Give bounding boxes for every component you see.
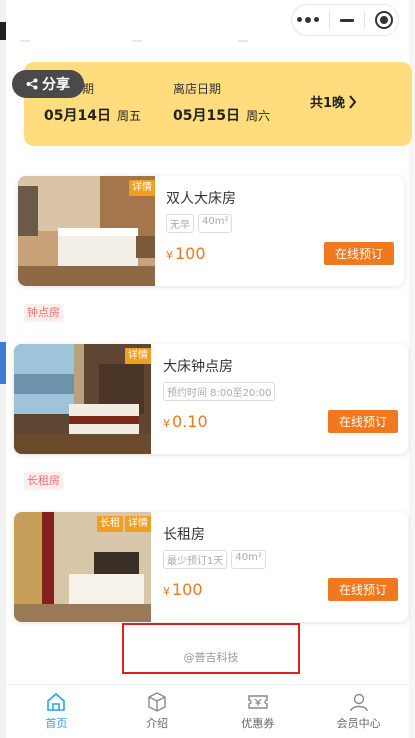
checkout-date-text: 05月15日 (173, 108, 240, 124)
room-tags: 最少预订1天 40m² (163, 550, 266, 569)
bottom-tab-bar: 首页 介绍 优惠券 会员中心 (6, 684, 409, 738)
tab-intro[interactable]: 介绍 (107, 685, 208, 738)
checkout-block[interactable]: 离店日期 05月15日 周六 (173, 80, 270, 125)
room-name: 双人大床房 (166, 191, 236, 207)
minimize-icon[interactable] (340, 18, 354, 22)
room-card[interactable]: 长租 详情 长租房 最少预订1天 40m² ¥100 在线预订 (14, 512, 408, 622)
price-symbol: ¥ (166, 249, 173, 262)
room-price: ¥0.10 (163, 412, 208, 431)
book-button[interactable]: 在线预订 (324, 242, 394, 265)
tab-home[interactable]: 首页 (6, 685, 107, 738)
room-tags: 预约时间 8:00至20:00 (163, 382, 276, 401)
credit-highlight-box: @普吉科技 (122, 623, 300, 674)
price-symbol: ¥ (163, 417, 170, 430)
share-label: 分享 (42, 77, 70, 93)
details-badge[interactable]: 详情 (129, 180, 155, 196)
share-icon (26, 78, 38, 90)
checkout-weekday: 周六 (245, 109, 270, 123)
checkin-date-text: 05月14日 (44, 108, 111, 124)
coupon-icon (248, 695, 268, 709)
more-icon[interactable] (297, 17, 319, 23)
nights-label: 共1晚 (310, 96, 346, 111)
room-name: 大床钟点房 (163, 359, 233, 375)
checkout-date: 05月15日 周六 (173, 105, 270, 125)
room-photo[interactable]: 详情 (14, 344, 151, 454)
tab-label: 首页 (45, 717, 68, 730)
room-card[interactable]: 详情 双人大床房 无早 40m² ¥100 在线预订 (18, 176, 404, 286)
room-tag: 40m² (198, 214, 233, 233)
tab-label: 会员中心 (336, 717, 381, 730)
section-label-longterm: 长租房 (24, 472, 63, 490)
tab-label: 介绍 (146, 717, 169, 730)
checkin-weekday: 周五 (116, 109, 141, 123)
mini-program-page: 期 05月14日 周五 离店日期 05月15日 周六 共1晚 分享 详情 双人大… (6, 0, 412, 738)
longterm-badge: 长租 (97, 516, 123, 532)
divider (238, 40, 248, 42)
price-value: 100 (172, 580, 203, 599)
price-symbol: ¥ (163, 585, 170, 598)
section-label-hourly: 钟点房 (24, 304, 63, 322)
close-miniprogram-icon[interactable] (375, 11, 393, 29)
capsule-divider (364, 11, 365, 29)
tab-coupons[interactable]: 优惠券 (208, 685, 309, 738)
checkin-date: 05月14日 周五 (44, 105, 141, 125)
date-selector-card[interactable]: 期 05月14日 周五 离店日期 05月15日 周六 共1晚 (24, 62, 412, 146)
tab-label: 优惠券 (241, 717, 275, 730)
price-value: 100 (175, 244, 206, 263)
room-tag: 预约时间 8:00至20:00 (163, 382, 276, 401)
price-value: 0.10 (172, 412, 208, 431)
checkout-label: 离店日期 (173, 82, 222, 96)
room-card[interactable]: 详情 大床钟点房 预约时间 8:00至20:00 ¥0.10 在线预订 (14, 344, 408, 454)
divider (132, 40, 142, 42)
room-name: 长租房 (163, 527, 205, 543)
room-tag: 40m² (231, 550, 266, 569)
book-button[interactable]: 在线预订 (328, 578, 398, 601)
room-price: ¥100 (166, 244, 206, 263)
room-photo[interactable]: 详情 (18, 176, 155, 286)
credit-text: @普吉科技 (183, 651, 239, 664)
nights-count[interactable]: 共1晚 (310, 92, 357, 111)
details-badge[interactable]: 详情 (125, 348, 151, 364)
chevron-right-icon (349, 94, 357, 109)
room-tags: 无早 40m² (166, 214, 233, 233)
capsule-menu (291, 4, 399, 36)
room-price: ¥100 (163, 580, 203, 599)
room-tag: 无早 (166, 214, 194, 233)
capsule-divider (329, 11, 330, 29)
user-icon (349, 693, 368, 712)
room-photo[interactable]: 长租 详情 (14, 512, 151, 622)
book-button[interactable]: 在线预订 (328, 410, 398, 433)
tab-member-center[interactable]: 会员中心 (308, 685, 409, 738)
cube-icon (148, 692, 166, 712)
home-icon (47, 692, 66, 711)
divider (20, 40, 30, 42)
details-badge[interactable]: 详情 (125, 516, 151, 532)
room-tag: 最少预订1天 (163, 550, 228, 569)
share-button[interactable]: 分享 (12, 70, 84, 98)
